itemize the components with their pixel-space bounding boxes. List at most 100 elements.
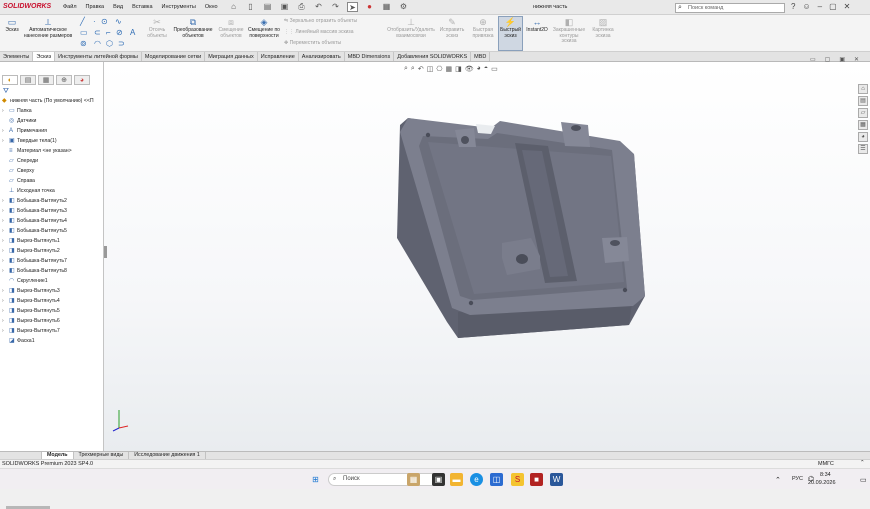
menu-tools[interactable]: Инструменты [162, 4, 196, 10]
ellipse-icon[interactable]: ⊃ [118, 39, 125, 48]
tree-item[interactable]: › ◨ Вырез-Вытянуть1 [2, 238, 60, 245]
section-view-icon[interactable]: ◫ [427, 65, 434, 73]
solidworks-taskbar-icon[interactable]: S [511, 473, 524, 486]
trim-entities-button[interactable]: ✂ Отсечь объекты [145, 17, 169, 39]
tree-item[interactable]: ◎ Датчики [2, 118, 36, 125]
units-selector[interactable]: ММГС [818, 461, 834, 467]
tree-item[interactable]: › ◨ Вырез-Вытянуть6 [2, 318, 60, 325]
print-icon[interactable]: ⎙ [296, 2, 307, 12]
expand-arrow-icon[interactable]: › [2, 318, 9, 325]
menu-insert[interactable]: Вставка [132, 4, 152, 10]
expand-arrow-icon[interactable]: › [2, 258, 9, 265]
previous-view-icon[interactable]: ↶ [418, 65, 424, 73]
filter-icon[interactable]: ⛛ [3, 88, 9, 96]
smart-fillet-icon[interactable]: ⌐ [106, 28, 111, 37]
edge-browser-icon[interactable]: e [470, 473, 483, 486]
repair-sketch-button[interactable]: ✎ Исправить эскиз [438, 17, 466, 39]
doc-restore-icon[interactable]: ▢ [825, 56, 831, 63]
tree-item[interactable]: › ▣ Твердые тела(1) [2, 138, 57, 145]
mirror-entities-button[interactable]: ⇋ Зеркально отразить объекты [284, 18, 357, 25]
tree-item[interactable]: ◪ Фаска1 [2, 338, 35, 345]
file-properties-icon[interactable]: ▦ [381, 2, 392, 12]
tab-sketch[interactable]: Эскиз [33, 52, 56, 61]
convert-entities-button[interactable]: ⧉ Преобразование объектов [171, 17, 215, 39]
spline-icon[interactable]: ∿ [115, 17, 122, 26]
file-explorer-icon[interactable]: ▬ [450, 473, 463, 486]
tab-mbd[interactable]: MBD [471, 52, 491, 61]
help-icon[interactable]: ? [791, 2, 795, 11]
expand-arrow-icon[interactable]: › [2, 198, 9, 205]
move-entities-button[interactable]: ✥ Переместить объекты [284, 40, 341, 47]
undo-icon[interactable]: ↶ [313, 2, 324, 12]
offset-entities-button[interactable]: ⧈ Смещение объектов [217, 17, 245, 39]
file-explorer-icon[interactable]: ▱ [858, 108, 868, 118]
chevron-up-icon[interactable]: ⌃ [860, 460, 865, 466]
propertymanager-tab-icon[interactable]: ▤ [20, 75, 36, 85]
doc-maximize-icon[interactable]: ▣ [839, 56, 845, 63]
tab-mold-tools[interactable]: Инструменты литейной формы [55, 52, 142, 61]
expand-arrow-icon[interactable]: › [2, 238, 9, 245]
clock-date[interactable]: 20.09.2026 [808, 480, 836, 486]
tree-item[interactable]: › ◧ Бобышка-Вытянуть4 [2, 218, 67, 225]
view-settings-icon[interactable]: ▭ [491, 65, 498, 73]
open-icon[interactable]: ▤ [262, 2, 273, 12]
tab-mesh-modeling[interactable]: Моделирование сетки [142, 52, 206, 61]
new-document-icon[interactable]: ▯ [245, 2, 256, 12]
smart-dimension-button[interactable]: ⟂ Автоматическое нанесение размеров [23, 17, 73, 39]
custom-properties-icon[interactable]: ☰ [858, 144, 868, 154]
tree-item[interactable]: › ◨ Вырез-Вытянуть5 [2, 308, 60, 315]
tree-item[interactable]: ⊥ Исходная точка [2, 188, 55, 195]
expand-arrow-icon[interactable]: › [2, 208, 9, 215]
tab-solidworks-addins[interactable]: Добавления SOLIDWORKS [394, 52, 472, 61]
circle-icon[interactable]: ⊚ [80, 39, 87, 48]
slot-icon[interactable]: ⊂ [94, 28, 101, 37]
user-icon[interactable]: ☺ [802, 2, 810, 11]
tree-item[interactable]: › ◧ Бобышка-Вытянуть2 [2, 198, 67, 205]
offset-surface-button[interactable]: ◈ Смещение по поверхности [247, 17, 281, 39]
tray-chevron-icon[interactable]: ⌃ [775, 476, 781, 484]
dot-dropdown-icon[interactable]: · [93, 17, 96, 26]
tree-item[interactable]: › ◨ Вырез-Вытянуть2 [2, 248, 60, 255]
tab-mbd-dimensions[interactable]: MBD Dimensions [345, 52, 395, 61]
dynamic-annotation-icon[interactable]: ⎔ [436, 65, 442, 73]
dimxpert-tab-icon[interactable]: ⊕ [56, 75, 72, 85]
hide-show-icon[interactable]: 👁 [465, 65, 474, 73]
panel-collapse-handle[interactable] [104, 246, 107, 258]
word-icon[interactable]: W [550, 473, 563, 486]
sketch-button[interactable]: ▭ Эскиз [3, 17, 21, 34]
polygon-icon[interactable]: ⬡ [106, 39, 113, 48]
arc-icon[interactable]: ◠ [94, 39, 101, 48]
view-palette-icon[interactable]: ▦ [858, 120, 868, 130]
tab-evaluate[interactable]: Анализировать [299, 52, 345, 61]
tab-data-migration[interactable]: Миграция данных [205, 52, 258, 61]
display-relations-button[interactable]: ⊥ Отобразить/Удалить взаимосвязи [386, 17, 436, 39]
tab-3d-views[interactable]: Трехмерные виды [74, 452, 130, 459]
home-icon[interactable]: ⌂ [228, 2, 239, 12]
store-icon[interactable]: ◫ [490, 473, 503, 486]
doc-close-icon[interactable]: ✕ [854, 56, 859, 63]
expand-arrow-icon[interactable]: › [2, 138, 9, 145]
rebuild-icon[interactable]: ● [364, 2, 375, 12]
tree-root[interactable]: ◆ нижняя часть (По умолчанию) <<П [2, 98, 94, 105]
display-style-icon[interactable]: ◨ [455, 65, 462, 73]
expand-arrow-icon[interactable]: › [2, 108, 9, 115]
expand-arrow-icon[interactable]: › [2, 128, 9, 135]
circle-select-icon[interactable]: ⊙ [101, 17, 108, 26]
redo-icon[interactable]: ↷ [330, 2, 341, 12]
tree-item[interactable]: ▱ Спереди [2, 158, 38, 165]
minimize-icon[interactable]: – [818, 2, 822, 11]
featuremanager-tab-icon[interactable]: ◐ [2, 75, 18, 85]
expand-arrow-icon[interactable]: › [2, 288, 9, 295]
instant2d-button[interactable]: ↔ Instant2D [525, 17, 549, 34]
solidworks-resources-icon[interactable]: ⌂ [858, 84, 868, 94]
search-commands-input[interactable]: ⌕ Поиск команд [675, 3, 785, 13]
expand-arrow-icon[interactable]: › [2, 248, 9, 255]
task-view-icon[interactable]: ▣ [432, 473, 445, 486]
text-icon[interactable]: A [130, 28, 135, 37]
tree-item[interactable]: › ◧ Бобышка-Вытянуть3 [2, 208, 67, 215]
notifications-icon[interactable]: ▭ [860, 476, 867, 484]
zoom-area-icon[interactable]: ⌕ [411, 65, 415, 73]
expand-arrow-icon[interactable]: › [2, 268, 9, 275]
tree-item[interactable]: › ▭ Папка [2, 108, 32, 115]
tree-item[interactable]: › ◨ Вырез-Вытянуть7 [2, 328, 60, 335]
